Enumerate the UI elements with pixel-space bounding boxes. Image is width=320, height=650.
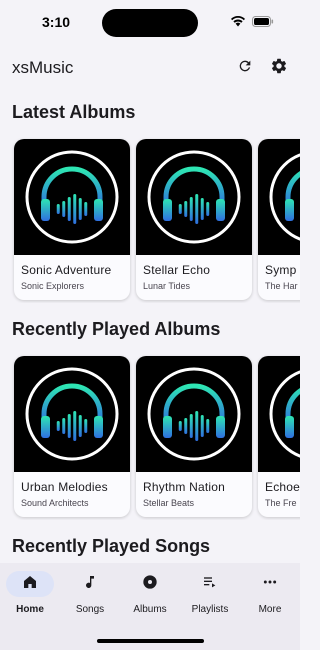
more-horiz-icon xyxy=(262,574,278,595)
album-title: Echoe xyxy=(265,480,300,494)
status-time: 3:10 xyxy=(42,14,71,30)
album-icon xyxy=(142,574,158,595)
album-art xyxy=(136,356,252,472)
nav-icon-wrap xyxy=(186,571,234,597)
app-title: xsMusic xyxy=(12,58,74,77)
album-art xyxy=(258,356,300,472)
nav-active-indicator xyxy=(6,571,54,597)
nav-label: Albums xyxy=(133,604,167,615)
refresh-icon xyxy=(237,58,253,79)
dynamic-island xyxy=(102,9,198,37)
home-icon xyxy=(22,574,38,595)
status-icons xyxy=(230,15,274,27)
album-artist: Sonic Explorers xyxy=(21,281,85,291)
headphones-icon xyxy=(147,367,241,461)
album-title: Rhythm Nation xyxy=(143,480,225,494)
section-title-recently-played-songs: Recently Played Songs xyxy=(12,536,211,556)
status-bar: 3:10 xyxy=(0,0,300,44)
nav-icon-wrap xyxy=(126,571,174,597)
album-artist: The Har xyxy=(265,281,298,291)
bottom-nav: Home Songs Albums Playlists More xyxy=(0,563,300,650)
album-art xyxy=(14,356,130,472)
latest-albums-carousel[interactable]: Sonic Adventure Sonic Explorers Stellar … xyxy=(0,137,300,303)
album-artist: The Fre xyxy=(265,498,297,508)
headphones-icon xyxy=(269,153,300,241)
nav-item-playlists[interactable]: Playlists xyxy=(180,571,240,615)
nav-item-songs[interactable]: Songs xyxy=(60,571,120,615)
album-title: Symp xyxy=(265,263,297,277)
album-artist: Lunar Tides xyxy=(143,281,191,291)
album-card[interactable]: Urban Melodies Sound Architects xyxy=(14,356,130,517)
album-artist: Sound Architects xyxy=(21,498,89,508)
nav-label: Home xyxy=(16,604,44,615)
album-art xyxy=(14,139,130,255)
album-title: Urban Melodies xyxy=(21,480,108,494)
album-title: Sonic Adventure xyxy=(21,263,112,277)
playlist-play-icon xyxy=(202,574,218,595)
album-art xyxy=(136,139,252,255)
headphones-icon xyxy=(25,150,119,244)
album-card[interactable]: Symp The Har xyxy=(258,139,300,300)
nav-label: Playlists xyxy=(191,604,229,615)
section-title-recently-played-albums: Recently Played Albums xyxy=(12,319,221,339)
album-title: Stellar Echo xyxy=(143,263,211,277)
nav-item-albums[interactable]: Albums xyxy=(120,571,180,615)
settings-button[interactable] xyxy=(268,57,290,79)
album-art xyxy=(258,139,300,255)
nav-label: Songs xyxy=(75,604,105,615)
nav-item-home[interactable]: Home xyxy=(0,571,60,615)
recently-played-albums-carousel[interactable]: Urban Melodies Sound Architects Rhythm N… xyxy=(0,354,300,520)
album-card[interactable]: Rhythm Nation Stellar Beats xyxy=(136,356,252,517)
nav-icon-wrap xyxy=(66,571,114,597)
nav-item-more[interactable]: More xyxy=(240,571,300,615)
app-bar: xsMusic xyxy=(0,44,300,90)
album-card[interactable]: Sonic Adventure Sonic Explorers xyxy=(14,139,130,300)
refresh-button[interactable] xyxy=(234,57,256,79)
album-card[interactable]: Stellar Echo Lunar Tides xyxy=(136,139,252,300)
nav-icon-wrap xyxy=(246,571,294,597)
section-title-latest-albums: Latest Albums xyxy=(12,102,136,122)
gear-icon xyxy=(270,57,288,80)
headphones-icon xyxy=(25,367,119,461)
wifi-icon xyxy=(230,15,246,27)
album-artist: Stellar Beats xyxy=(143,498,195,508)
headphones-icon xyxy=(269,370,300,458)
music-note-icon xyxy=(82,574,98,595)
battery-icon xyxy=(252,15,274,27)
album-card[interactable]: Echoe The Fre xyxy=(258,356,300,517)
home-indicator xyxy=(97,639,204,643)
nav-label: More xyxy=(258,604,282,615)
headphones-icon xyxy=(147,150,241,244)
